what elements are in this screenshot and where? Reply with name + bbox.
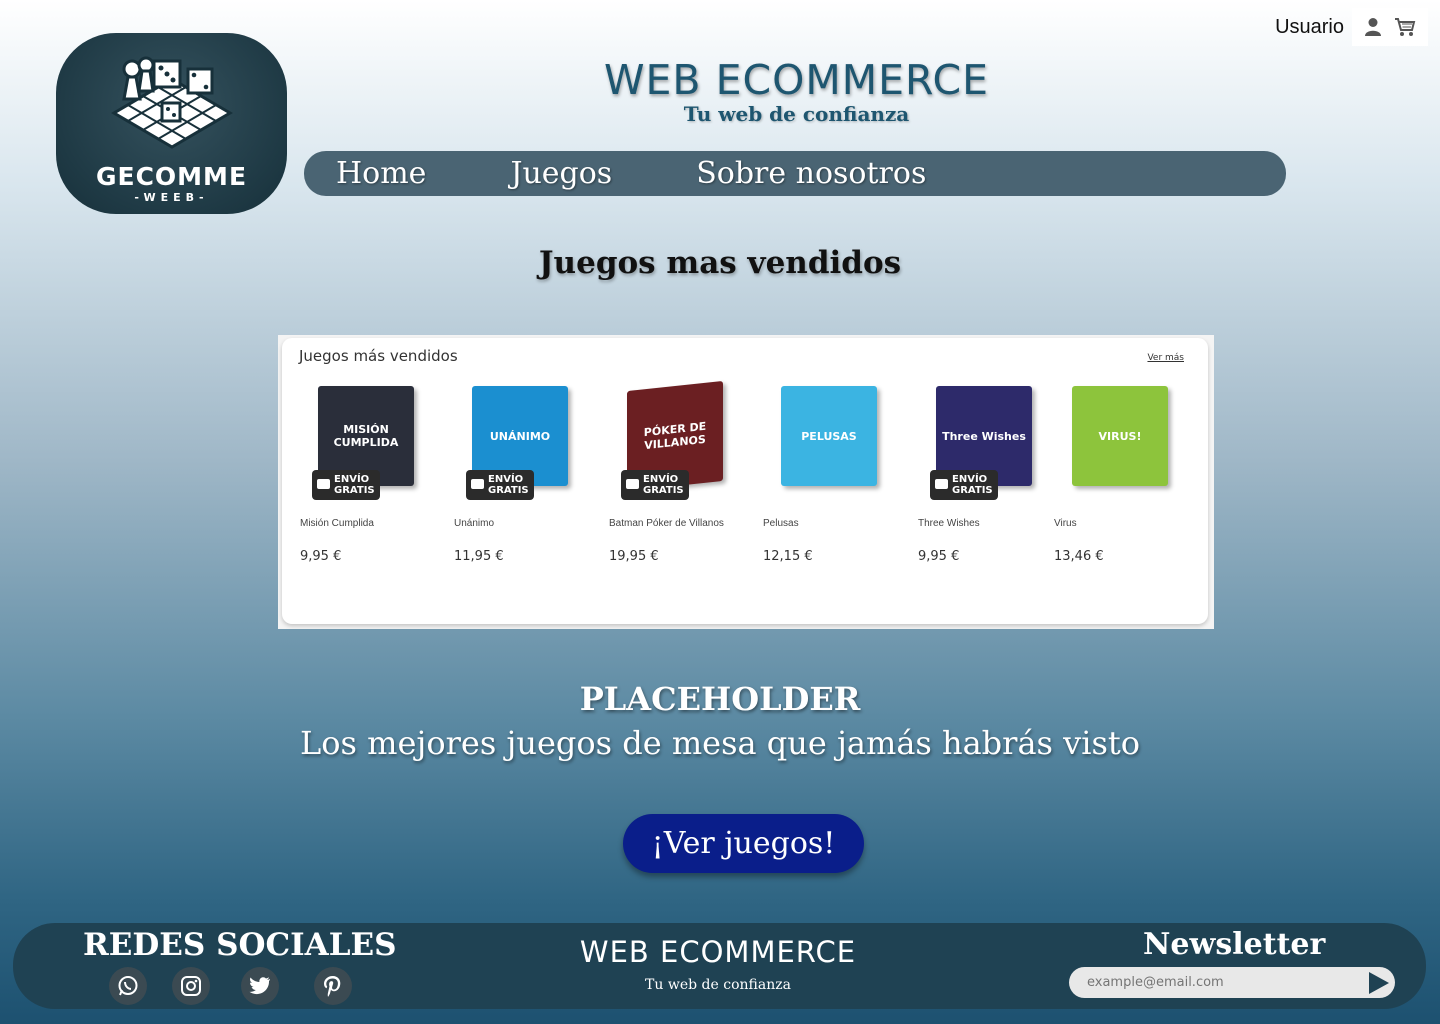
product-image[interactable]: MISIÓN CUMPLIDA ENVÍO GRATIS (300, 380, 430, 504)
box-title: PÓKER DE VILLANOS (643, 419, 707, 453)
nav-sobre-nosotros[interactable]: Sobre nosotros (696, 156, 926, 191)
newsletter-title: Newsletter (1143, 927, 1326, 962)
product-card[interactable]: UNÁNIMO ENVÍO GRATIS Unánimo 11,95 € (454, 380, 594, 570)
product-image[interactable]: PÓKER DE VILLANOS ENVÍO GRATIS (609, 380, 739, 504)
bestsellers-heading: Juegos mas vendidos (538, 245, 902, 281)
free-shipping-badge: ENVÍO GRATIS (312, 470, 380, 500)
box-title: PELUSAS (801, 429, 857, 443)
product-image[interactable]: Three Wishes ENVÍO GRATIS (918, 380, 1048, 504)
user-label[interactable]: Usuario (1275, 16, 1344, 39)
user-bar: Usuario (1275, 8, 1428, 46)
view-games-button[interactable]: ¡Ver juegos! (623, 814, 864, 873)
site-logo[interactable]: GECOMME -WEEB- (56, 33, 287, 214)
user-icon[interactable] (1364, 17, 1382, 37)
box-title: UNÁNIMO (489, 429, 551, 443)
whatsapp-icon[interactable] (109, 967, 147, 1005)
box-title: MISIÓN CUMPLIDA (333, 423, 399, 449)
product-image[interactable]: UNÁNIMO ENVÍO GRATIS (454, 380, 584, 504)
product-name[interactable]: Three Wishes (918, 518, 1058, 529)
product-image[interactable]: PELUSAS (763, 380, 893, 504)
board-game-icon (110, 56, 233, 149)
cart-icon[interactable] (1394, 17, 1416, 37)
bestsellers-card: Juegos más vendidos Ver más MISIÓN CUMPL… (282, 338, 1208, 624)
product-card[interactable]: Three Wishes ENVÍO GRATIS Three Wishes 9,95 … (918, 380, 1058, 570)
free-shipping-badge: ENVÍO GRATIS (930, 470, 998, 500)
send-arrow-icon[interactable] (1365, 970, 1391, 996)
logo-brand-sub: -WEEB- (134, 191, 209, 204)
product-price: 12,15 € (763, 549, 813, 564)
newsletter-email-input[interactable] (1069, 967, 1395, 998)
product-card[interactable]: MISIÓN CUMPLIDA ENVÍO GRATIS Misión Cumplid… (300, 380, 440, 570)
box-title: Three Wishes (942, 429, 1026, 443)
product-price: 9,95 € (300, 549, 342, 564)
promo-subtitle: Los mejores juegos de mesa que jamás hab… (300, 724, 1140, 762)
product-name[interactable]: Pelusas (763, 518, 903, 529)
box-title: VIRUS! (1098, 429, 1142, 443)
game-box: VIRUS! (1072, 386, 1168, 486)
product-name[interactable]: Batman Póker de Villanos (609, 518, 749, 529)
user-icons (1352, 8, 1428, 46)
product-image[interactable]: VIRUS! (1054, 380, 1184, 504)
product-name[interactable]: Virus (1054, 518, 1194, 529)
product-name[interactable]: Misión Cumplida (300, 518, 440, 529)
product-price: 11,95 € (454, 549, 504, 564)
product-card[interactable]: PÓKER DE VILLANOS ENVÍO GRATIS Batman Póker… (609, 380, 749, 570)
see-more-link[interactable]: Ver más (1147, 353, 1184, 363)
product-price: 13,46 € (1054, 549, 1104, 564)
pinterest-icon[interactable] (314, 967, 352, 1005)
instagram-icon[interactable] (172, 967, 210, 1005)
site-title: WEB ECOMMERCE (603, 56, 990, 104)
footer: REDES SOCIALES WEB ECOMMERCE Tu web de c… (13, 923, 1426, 1009)
nav-home[interactable]: Home (336, 156, 426, 191)
product-price: 19,95 € (609, 549, 659, 564)
game-box: PELUSAS (781, 386, 877, 486)
main-nav: Home Juegos Sobre nosotros (304, 151, 1286, 196)
free-shipping-badge: ENVÍO GRATIS (621, 470, 689, 500)
site-tagline: Tu web de confianza (683, 102, 910, 126)
free-shipping-badge: ENVÍO GRATIS (466, 470, 534, 500)
promo-title: PLACEHOLDER (579, 680, 861, 718)
product-name[interactable]: Unánimo (454, 518, 594, 529)
bestsellers-panel: Juegos más vendidos Ver más MISIÓN CUMPL… (278, 335, 1214, 629)
social-title: REDES SOCIALES (83, 927, 397, 963)
panel-title: Juegos más vendidos (299, 347, 458, 365)
product-price: 9,95 € (918, 549, 960, 564)
nav-juegos[interactable]: Juegos (510, 156, 612, 191)
footer-title: WEB ECOMMERCE (579, 935, 857, 969)
twitter-icon[interactable] (241, 967, 279, 1005)
footer-tagline: Tu web de confianza (645, 977, 791, 993)
product-card[interactable]: PELUSAS Pelusas 12,15 € (763, 380, 903, 570)
product-card[interactable]: VIRUS! Virus 13,46 € (1054, 380, 1194, 570)
